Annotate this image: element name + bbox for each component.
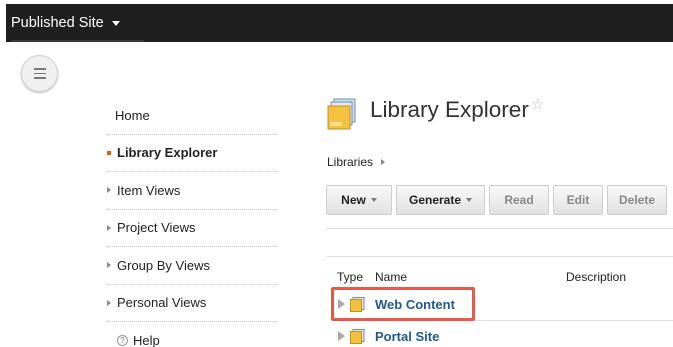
read-button-label: Read [504, 193, 534, 207]
sidebar-item-label: Group By Views [117, 257, 210, 273]
row-name-link[interactable]: Portal Site [375, 329, 439, 344]
sidebar-item-help[interactable]: ? Help [107, 322, 277, 347]
menu-icon-bar [33, 72, 46, 75]
column-header-description[interactable]: Description [566, 270, 626, 284]
expand-arrow-icon [107, 299, 111, 306]
delete-button-label: Delete [618, 193, 656, 207]
expand-arrow-icon [107, 187, 111, 194]
divider [326, 228, 673, 229]
active-bullet-icon [107, 150, 111, 155]
action-toolbar: New Generate Read Edit Delete [326, 185, 667, 215]
breadcrumb: Libraries [327, 155, 386, 169]
folder-icon [350, 296, 365, 312]
sidebar-item-label: Project Views [117, 220, 196, 236]
star-icon[interactable]: ☆ [531, 95, 544, 113]
sidebar-item-label: Personal Views [117, 295, 207, 311]
edit-button-label: Edit [566, 193, 590, 207]
expand-arrow-icon [107, 262, 111, 269]
column-header-name[interactable]: Name [375, 270, 407, 284]
page-title-text: Library Explorer [370, 97, 529, 122]
sidebar-item-personal-views[interactable]: Personal Views [107, 285, 277, 322]
expand-arrow-icon[interactable] [338, 299, 345, 309]
menu-icon-bar [33, 77, 46, 79]
page-title: Library Explorer ☆ [370, 95, 544, 123]
sidebar-item-project-views[interactable]: Project Views [107, 210, 277, 247]
folder-icon [350, 328, 365, 344]
sidebar-item-item-views[interactable]: Item Views [107, 172, 277, 210]
sidebar-item-label: Library Explorer [117, 145, 218, 161]
site-switcher[interactable]: Published Site [6, 4, 144, 42]
sidebar-item-label: Item Views [117, 182, 181, 198]
dropdown-caret-icon [370, 198, 377, 202]
sidebar-nav: Home Library Explorer Item Views Project… [107, 97, 277, 347]
expand-arrow-icon [107, 224, 111, 231]
row-name-link[interactable]: Web Content [375, 297, 455, 312]
site-switcher-underline [11, 40, 144, 42]
delete-button[interactable]: Delete [607, 185, 667, 215]
edit-button[interactable]: Edit [553, 185, 603, 215]
generate-button[interactable]: Generate [396, 185, 485, 215]
divider [326, 256, 673, 257]
caret-down-icon [111, 20, 120, 26]
dropdown-caret-icon [466, 198, 473, 202]
menu-icon-bar [33, 68, 46, 70]
library-icon [327, 98, 356, 130]
sidebar-item-home[interactable]: Home [107, 97, 277, 135]
breadcrumb-arrow-icon [381, 159, 386, 165]
read-button[interactable]: Read [489, 185, 549, 215]
table-row[interactable]: Portal Site [338, 326, 439, 346]
breadcrumb-libraries[interactable]: Libraries [327, 155, 373, 169]
expand-arrow-icon[interactable] [338, 331, 345, 341]
new-button[interactable]: New [326, 185, 392, 215]
site-switcher-label: Published Site [11, 15, 104, 31]
generate-button-label: Generate [408, 193, 462, 207]
top-bar: Published Site [6, 4, 673, 42]
help-icon: ? [117, 335, 128, 347]
sidebar-item-group-by-views[interactable]: Group By Views [107, 247, 277, 285]
row-divider [470, 320, 673, 321]
sidebar-item-label: Home [115, 107, 150, 123]
table-row[interactable]: Web Content [338, 294, 455, 314]
menu-toggle-button[interactable] [21, 55, 58, 92]
sidebar-item-label: Help [133, 333, 160, 347]
new-button-label: New [341, 193, 366, 207]
column-header-type[interactable]: Type [337, 270, 363, 284]
sidebar-item-library-explorer[interactable]: Library Explorer [107, 135, 277, 172]
